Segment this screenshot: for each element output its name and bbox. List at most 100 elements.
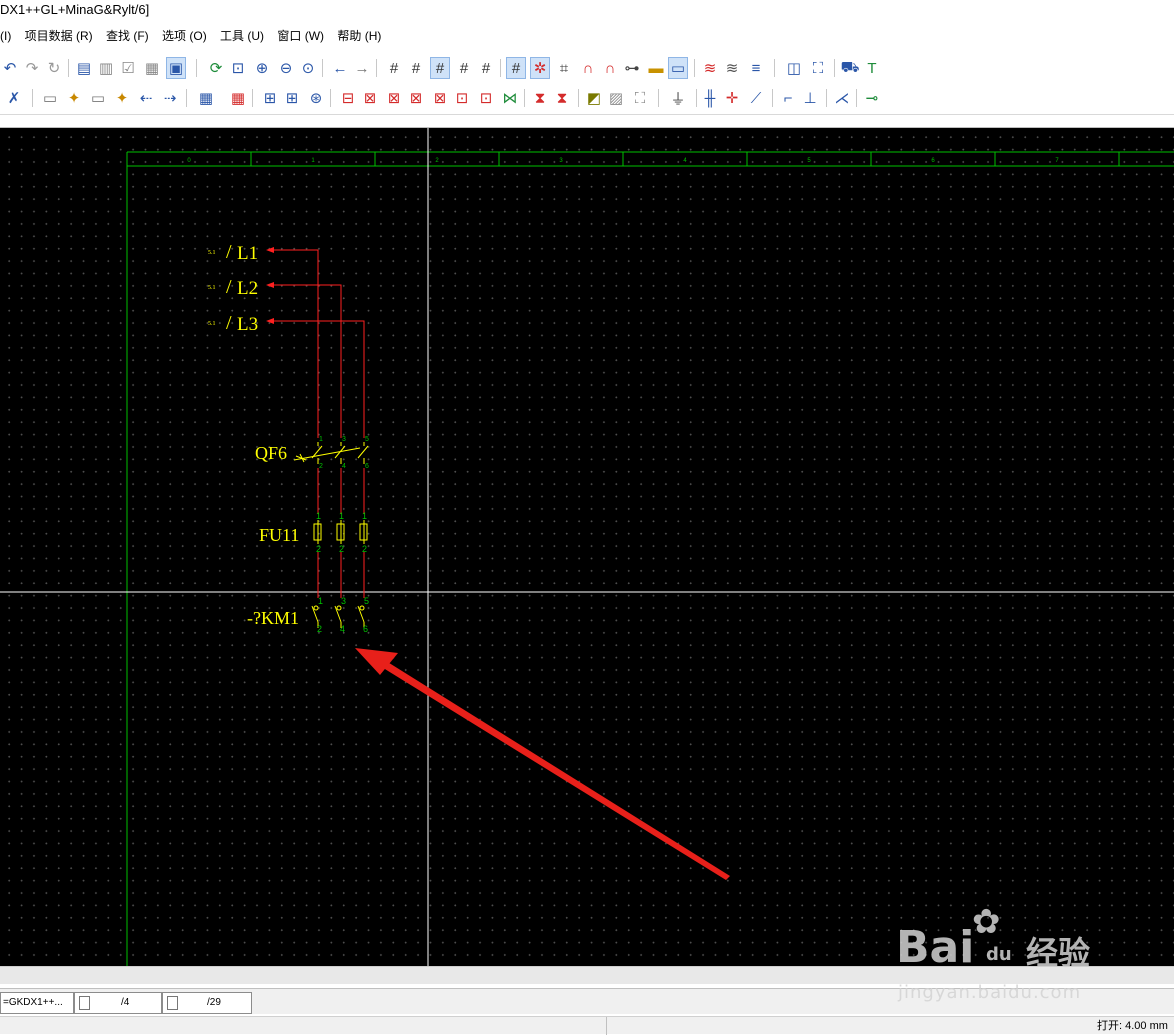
grid-a-icon[interactable]: # <box>384 57 404 79</box>
connection-point-icon[interactable]: ⋈ <box>500 87 520 109</box>
bridge-b-icon[interactable]: ⧗ <box>552 87 572 109</box>
symbol-icon[interactable]: ▦ <box>196 87 216 109</box>
line-label-l1[interactable]: L1 <box>237 243 258 264</box>
back-icon[interactable]: ← <box>330 57 350 79</box>
menu-item-i[interactable]: (I) <box>0 24 11 48</box>
zoom-window-icon[interactable]: ⊡ <box>228 57 248 79</box>
table-icon[interactable]: ▦ <box>142 57 162 79</box>
cross-icon[interactable]: ✛ <box>722 87 742 109</box>
snap-grid-icon[interactable]: # <box>506 57 526 79</box>
device-icon[interactable]: ⊞ <box>260 87 280 109</box>
placeholder-icon[interactable]: ⛶ <box>630 87 650 109</box>
menu-item-tools[interactable]: 工具 (U) <box>220 24 264 48</box>
grid-b-icon[interactable]: # <box>406 57 426 79</box>
zoom-in-icon[interactable]: ⊕ <box>252 57 272 79</box>
orthogonal-icon[interactable]: ⌗ <box>554 57 574 79</box>
color-icon[interactable]: ▬ <box>646 57 666 79</box>
ground-icon[interactable]: ⏚ <box>668 87 688 109</box>
refresh-icon[interactable]: ⟳ <box>206 57 226 79</box>
text-icon[interactable]: T <box>862 57 882 79</box>
schematic-canvas[interactable]: 0 1 2 3 4 5 6 7 5.1 / L1 5.1 / L2 5.1 / … <box>0 128 1174 966</box>
wire-l3[interactable] <box>268 320 365 438</box>
connector-icon[interactable]: ⊸ <box>862 87 882 109</box>
pipe-icon[interactable]: ⊡ <box>476 87 496 109</box>
input-box-icon[interactable]: ▭ <box>668 57 688 79</box>
extend-icon[interactable]: ⛶ <box>808 57 828 79</box>
repeat-icon[interactable]: ↻ <box>44 57 64 79</box>
bridge-icon[interactable]: ⧗ <box>530 87 550 109</box>
cart-icon[interactable]: ⛟ <box>840 57 860 79</box>
arrow-head-l1 <box>266 247 274 253</box>
page-properties-icon[interactable]: ▭ <box>88 87 108 109</box>
hatch-icon[interactable]: ◩ <box>584 87 604 109</box>
hatch-b-icon[interactable]: ▨ <box>606 87 626 109</box>
branch-icon[interactable]: ⋌ <box>832 87 852 109</box>
tab-page-29[interactable]: /29 <box>162 992 252 1014</box>
tee-icon[interactable]: ⊥ <box>800 87 820 109</box>
breaker-symbol[interactable] <box>293 442 369 464</box>
page-import-icon[interactable]: ⇠ <box>136 87 156 109</box>
tab-page-4[interactable]: /4 <box>74 992 162 1014</box>
device-c-icon[interactable]: ⊛ <box>306 87 326 109</box>
page-layout-icon[interactable]: ▤ <box>74 57 94 79</box>
magnet-all-icon[interactable]: ∩ <box>600 57 620 79</box>
horizontal-scrollbar[interactable] <box>0 966 1174 984</box>
line-label-l2[interactable]: L2 <box>237 278 258 299</box>
page-tab-bar: =GKDX1++... /4 /29 <box>0 988 1174 1014</box>
magnet-icon[interactable]: ∩ <box>578 57 598 79</box>
fuse-symbol[interactable] <box>313 520 368 544</box>
graphic-editor-icon[interactable]: ▥ <box>96 57 116 79</box>
signal-icon[interactable]: ≋ <box>722 57 742 79</box>
frame-icon[interactable]: ◫ <box>784 57 804 79</box>
menu-item-window[interactable]: 窗口 (W) <box>277 24 324 48</box>
toolbar-separator <box>578 89 579 107</box>
new-page-icon[interactable]: ▭ <box>40 87 60 109</box>
device-b-icon[interactable]: ⊞ <box>282 87 302 109</box>
contactor-tag[interactable]: -?KM1 <box>247 608 299 628</box>
menu-item-project-data[interactable]: 项目数据 (R) <box>25 24 93 48</box>
new-page-star-icon[interactable]: ✦ <box>64 87 84 109</box>
menu-item-find[interactable]: 查找 (F) <box>106 24 149 48</box>
shield-icon[interactable]: ⊡ <box>452 87 472 109</box>
breaker-tag[interactable]: QF6 <box>255 443 287 463</box>
terminal-icon[interactable]: ⊟ <box>338 87 358 109</box>
macro-icon[interactable]: ▦ <box>228 87 248 109</box>
select-cross-icon[interactable]: ✗ <box>4 87 24 109</box>
grid-d-icon[interactable]: # <box>454 57 474 79</box>
grid-c-icon[interactable]: # <box>430 57 450 79</box>
page-export-icon[interactable]: ⇢ <box>160 87 180 109</box>
tab-project[interactable]: =GKDX1++... <box>0 992 74 1014</box>
plug-icon[interactable]: ⊠ <box>384 87 404 109</box>
schematic-drawing: 0 1 2 3 4 5 6 7 5.1 / L1 5.1 / L2 5.1 / … <box>0 128 1174 966</box>
potential-icon[interactable]: ≋ <box>700 57 720 79</box>
forward-icon[interactable]: → <box>352 57 372 79</box>
grid-e-icon[interactable]: # <box>476 57 496 79</box>
wire-l1[interactable] <box>268 249 319 438</box>
terminal-number: 6 <box>365 463 369 470</box>
logic-icon[interactable]: ⊶ <box>622 57 642 79</box>
fuse-tag[interactable]: FU11 <box>259 525 299 545</box>
toolbar-separator <box>252 89 253 107</box>
menu-item-help[interactable]: 帮助 (H) <box>337 24 381 48</box>
monitor-view-icon[interactable]: ▣ <box>166 57 186 79</box>
check-page-icon[interactable]: ☑ <box>118 57 138 79</box>
menu-item-options[interactable]: 选项 (O) <box>162 24 207 48</box>
redo-icon[interactable]: ↷ <box>22 57 42 79</box>
terminal-b-icon[interactable]: ⊠ <box>360 87 380 109</box>
line-ref: 5.1 <box>208 285 216 291</box>
terminal-number: 2 <box>317 624 322 634</box>
zoom-out-icon[interactable]: ⊖ <box>276 57 296 79</box>
cable-icon[interactable]: ⊠ <box>430 87 450 109</box>
toolbar-separator <box>826 89 827 107</box>
corner-icon[interactable]: ⌐ <box>778 87 798 109</box>
bus-icon[interactable]: ≡ <box>746 57 766 79</box>
zoom-100-icon[interactable]: ⊙ <box>298 57 318 79</box>
page-new-icon[interactable]: ✦ <box>112 87 132 109</box>
toolbar-separator <box>524 89 525 107</box>
plug-b-icon[interactable]: ⊠ <box>406 87 426 109</box>
snap-point-icon[interactable]: ✲ <box>530 57 550 79</box>
interruption-icon[interactable]: ╫ <box>700 87 720 109</box>
angle-icon[interactable]: ⟋ <box>746 87 766 109</box>
undo-icon[interactable]: ↶ <box>0 57 20 79</box>
wire-l2[interactable] <box>268 284 342 438</box>
